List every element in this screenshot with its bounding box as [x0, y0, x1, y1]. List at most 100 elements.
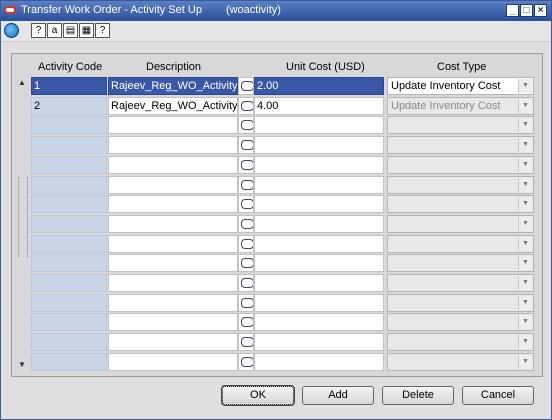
globe-icon[interactable]	[4, 23, 19, 38]
unit-cost-cell[interactable]: 4.00	[254, 96, 384, 115]
chevron-down-icon[interactable]: ▼	[518, 354, 532, 369]
description-cell[interactable]	[108, 136, 238, 155]
chevron-down-icon[interactable]: ▼	[518, 216, 532, 231]
note-button[interactable]	[238, 352, 254, 371]
description-cell[interactable]	[108, 274, 238, 292]
unit-cost-cell[interactable]	[254, 352, 384, 371]
activity-code-cell[interactable]	[31, 313, 107, 332]
description-cell[interactable]	[108, 195, 238, 214]
unit-cost-cell[interactable]	[254, 293, 384, 312]
cost-type-select[interactable]: ▼	[387, 136, 534, 155]
note-button[interactable]	[238, 136, 254, 155]
activity-code-cell[interactable]	[31, 254, 107, 273]
description-cell[interactable]	[108, 254, 238, 273]
note-button[interactable]	[238, 274, 254, 292]
chevron-down-icon[interactable]: ▼	[518, 315, 532, 330]
cost-type-select[interactable]: ▼	[387, 214, 534, 233]
cost-type-select[interactable]: Update Inventory Cost ▼	[387, 96, 534, 115]
description-cell[interactable]	[108, 214, 238, 233]
chevron-down-icon[interactable]: ▼	[518, 118, 532, 133]
scroll-up-icon[interactable]: ▲	[15, 77, 29, 89]
note-button[interactable]	[238, 155, 254, 174]
chevron-down-icon[interactable]: ▼	[518, 177, 532, 192]
cost-type-select[interactable]: ▼	[387, 293, 534, 312]
activity-code-cell[interactable]	[31, 234, 107, 253]
cost-type-select[interactable]: ▼	[387, 175, 534, 194]
chevron-down-icon[interactable]: ▼	[518, 98, 532, 113]
note-button[interactable]	[238, 254, 254, 273]
cost-type-select[interactable]: ▼	[387, 234, 534, 253]
unit-cost-cell[interactable]	[254, 136, 384, 155]
cost-type-select[interactable]: ▼	[387, 352, 534, 371]
description-cell[interactable]: Rajeev_Reg_WO_Activity_IR	[108, 77, 238, 95]
title-bar[interactable]: Transfer Work Order - Activity Set Up (wo…	[1, 1, 551, 21]
unit-cost-cell[interactable]	[254, 195, 384, 214]
activity-code-cell[interactable]	[31, 175, 107, 194]
activity-code-cell[interactable]	[31, 293, 107, 312]
description-cell[interactable]	[108, 234, 238, 253]
note-button[interactable]	[238, 116, 254, 135]
note-button[interactable]	[238, 293, 254, 312]
help-icon[interactable]: ?	[31, 23, 46, 38]
note-button[interactable]	[238, 313, 254, 332]
note-button[interactable]	[238, 175, 254, 194]
activity-code-cell[interactable]	[31, 333, 107, 352]
add-button[interactable]: Add	[302, 386, 374, 405]
note-button[interactable]	[238, 333, 254, 352]
cancel-button[interactable]: Cancel	[462, 386, 534, 405]
minimize-icon[interactable]: _	[506, 4, 519, 17]
activity-code-cell[interactable]	[31, 352, 107, 371]
unit-cost-cell[interactable]: 2.00	[254, 77, 384, 95]
activity-code-cell[interactable]	[31, 136, 107, 155]
chevron-down-icon[interactable]: ▼	[518, 335, 532, 350]
description-cell[interactable]	[108, 175, 238, 194]
maximize-icon[interactable]: □	[520, 4, 533, 17]
unit-cost-cell[interactable]	[254, 116, 384, 135]
description-cell[interactable]	[108, 313, 238, 332]
chevron-down-icon[interactable]: ▼	[518, 138, 532, 153]
unit-cost-cell[interactable]	[254, 333, 384, 352]
cost-type-select[interactable]: ▼	[387, 155, 534, 174]
description-cell[interactable]	[108, 116, 238, 135]
print-icon[interactable]: ▦	[79, 23, 94, 38]
chevron-down-icon[interactable]: ▼	[518, 295, 532, 310]
chevron-down-icon[interactable]: ▼	[518, 276, 532, 290]
description-cell[interactable]: Rajeev_Reg_WO_Activity_All	[108, 96, 238, 115]
table-scrollbar[interactable]: ▲ ▼	[15, 77, 29, 371]
note-button[interactable]	[238, 96, 254, 115]
unit-cost-cell[interactable]	[254, 175, 384, 194]
delete-button[interactable]: Delete	[382, 386, 454, 405]
activity-code-cell[interactable]: 1	[31, 77, 107, 95]
unit-cost-cell[interactable]	[254, 254, 384, 273]
activity-code-cell[interactable]	[31, 155, 107, 174]
activity-code-cell[interactable]	[31, 274, 107, 292]
cost-type-select[interactable]: Update Inventory Cost ▼	[387, 77, 534, 95]
cost-type-select[interactable]: ▼	[387, 313, 534, 332]
chevron-down-icon[interactable]: ▼	[518, 197, 532, 212]
ok-button[interactable]: OK	[221, 385, 295, 406]
note-button[interactable]	[238, 214, 254, 233]
description-cell[interactable]	[108, 333, 238, 352]
chevron-down-icon[interactable]: ▼	[518, 157, 532, 172]
cost-type-select[interactable]: ▼	[387, 195, 534, 214]
unit-cost-cell[interactable]	[254, 214, 384, 233]
activity-code-cell[interactable]	[31, 116, 107, 135]
cost-type-select[interactable]: ▼	[387, 333, 534, 352]
activity-code-cell[interactable]	[31, 195, 107, 214]
chevron-down-icon[interactable]: ▼	[518, 256, 532, 271]
description-cell[interactable]	[108, 155, 238, 174]
scroll-down-icon[interactable]: ▼	[15, 359, 29, 371]
spellcheck-icon[interactable]: a	[47, 23, 62, 38]
note-button[interactable]	[238, 195, 254, 214]
chevron-down-icon[interactable]: ▼	[518, 79, 532, 93]
activity-code-cell[interactable]: 2	[31, 96, 107, 115]
unit-cost-cell[interactable]	[254, 313, 384, 332]
cost-type-select[interactable]: ▼	[387, 254, 534, 273]
cost-type-select[interactable]: ▼	[387, 116, 534, 135]
question-icon[interactable]: ?	[95, 23, 110, 38]
activity-code-cell[interactable]	[31, 214, 107, 233]
description-cell[interactable]	[108, 293, 238, 312]
close-icon[interactable]: ×	[534, 4, 547, 17]
description-cell[interactable]	[108, 352, 238, 371]
note-button[interactable]	[238, 77, 254, 95]
